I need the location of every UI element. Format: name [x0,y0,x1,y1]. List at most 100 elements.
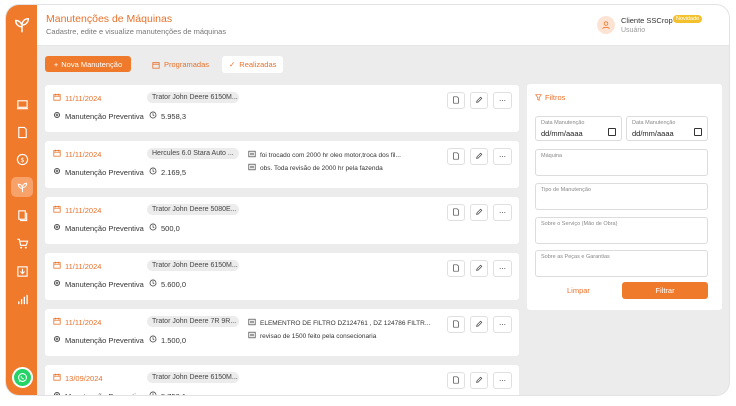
calendar-icon [53,93,61,103]
user-icon [602,21,610,30]
service-text: Manutenção Preventiva [65,223,144,233]
note-text: obs. Toda revisão de 2000 hr pela fazend… [260,164,383,172]
pencil-icon [475,264,483,274]
more-button[interactable]: ⋯ [493,204,512,221]
toolbar: + Nova Manutenção Programadas ✓ Realizad… [37,46,729,84]
clear-button[interactable]: Limpar [567,286,590,295]
service-field[interactable]: Sobre o Serviço (Mão de Obra) [535,217,708,244]
service-text: Manutenção Preventiva [65,335,144,345]
header: Manutenções de Máquinas Cadastre, edite … [37,5,729,46]
more-icon: ⋯ [499,321,506,329]
edit-button[interactable] [470,372,488,389]
service-text: Manutenção Preventiva [65,391,144,396]
gear-icon [53,223,61,233]
edit-button[interactable] [470,316,488,333]
pdf-icon [452,95,460,106]
avatar[interactable] [597,16,615,34]
pdf-button[interactable] [447,148,465,165]
maintenance-card[interactable]: 11/11/2024 Hercules 6.0 Stara Auto ... Man… [45,141,519,188]
tab-completed-label: Realizadas [239,60,277,69]
pdf-icon [452,319,460,330]
sidebar-item-analytics[interactable] [11,289,33,309]
sidebar-item-dashboard[interactable] [11,94,33,114]
maintenance-date: 11/11/2024 [53,205,101,215]
filter-button[interactable]: Filtrar [622,282,708,299]
gear-icon [53,279,61,289]
maintenance-card[interactable]: 11/11/2024 Trator John Deere 7R 9R... Manu… [45,309,519,356]
service-text: Manutenção Preventiva [65,279,144,289]
tab-completed[interactable]: ✓ Realizadas [222,56,284,73]
pdf-button[interactable] [447,260,465,277]
pdf-button[interactable] [447,316,465,333]
maintenance-card[interactable]: 11/11/2024 Trator John Deere 5080E... Manu… [45,197,519,244]
clock-icon [149,111,157,121]
date-to-label: Data Manutenção [632,120,676,126]
more-button[interactable]: ⋯ [493,148,512,165]
hours-text: 5.958,3 [161,111,187,121]
maintenance-card[interactable]: 11/11/2024 Trator John Deere 6150M... Manu… [45,85,519,132]
edit-button[interactable] [470,204,488,221]
calendar-icon [53,373,61,383]
maintenance-card[interactable]: 11/11/2024 Trator John Deere 6150M... Manu… [45,253,519,300]
pdf-icon [452,207,460,218]
edit-button[interactable] [470,148,488,165]
maintenance-hours: 5.758,1 [149,391,186,395]
gear-icon [53,167,61,177]
tab-programmed-label: Programadas [164,60,210,69]
tab-programmed[interactable]: Programadas [145,56,216,73]
new-badge: Novidade [673,15,703,23]
download-icon [16,265,28,277]
note-item: foi trocado com 2000 hr oleo motor,troca… [248,150,401,160]
maintenance-date: 13/09/2024 [53,373,103,383]
pdf-icon [452,263,460,274]
app-window: $ Manutenções de Máquinas Cadastre, edit… [5,4,730,396]
note-text: ELEMENTRO DE FILTRO DZ124761 , DZ 124786… [260,319,431,327]
whatsapp-button[interactable] [12,367,33,388]
pdf-icon [452,151,460,162]
more-icon: ⋯ [499,153,506,161]
more-button[interactable]: ⋯ [493,260,512,277]
whatsapp-icon [18,373,27,382]
maintenance-card[interactable]: 13/09/2024 Trator John Deere 6150M... Manu… [45,365,519,396]
maintenance-date: 11/11/2024 [53,93,101,103]
new-maintenance-button[interactable]: + Nova Manutenção [45,56,131,72]
date-to-value: dd/mm/aaaa [632,129,674,138]
pdf-button[interactable] [447,204,465,221]
pencil-icon [475,208,483,218]
maintenance-date-text: 11/11/2024 [65,261,102,271]
more-button[interactable]: ⋯ [493,92,512,109]
sidebar-item-purchases[interactable] [11,233,33,253]
sidebar: $ [6,5,37,395]
machine-chip: Trator John Deere 6150M... [147,260,239,271]
pdf-button[interactable] [447,372,465,389]
sidebar-item-downloads[interactable] [11,261,33,281]
pencil-icon [475,96,483,106]
sidebar-item-reports[interactable] [11,205,33,225]
date-from-field[interactable]: Data Manutenção dd/mm/aaaa [535,116,622,141]
hours-text: 500,0 [161,223,180,233]
more-button[interactable]: ⋯ [493,372,512,389]
clock-icon [149,223,157,233]
sidebar-item-machines[interactable] [11,177,33,197]
edit-button[interactable] [470,92,488,109]
pencil-icon [475,376,483,386]
clock-icon [149,391,157,395]
note-icon [248,163,256,173]
maintenance-list: 11/11/2024 Trator John Deere 6150M... Manu… [45,85,519,396]
edit-button[interactable] [470,260,488,277]
pencil-icon [475,320,483,330]
sidebar-item-finance[interactable]: $ [11,149,33,169]
maintenance-date: 11/11/2024 [53,149,101,159]
maintenance-hours: 500,0 [149,223,180,233]
sidebar-item-documents[interactable] [11,122,33,142]
leaf-logo-icon [14,17,30,33]
pdf-button[interactable] [447,92,465,109]
date-to-field[interactable]: Data Manutenção dd/mm/aaaa [626,116,708,141]
machine-chip: Trator John Deere 6150M... [147,372,239,383]
maintenance-type-field[interactable]: Tipo de Manutenção [535,183,708,210]
pencil-icon [475,152,483,162]
parts-field[interactable]: Sobre as Peças e Garantias [535,250,708,277]
more-button[interactable]: ⋯ [493,316,512,333]
more-icon: ⋯ [499,97,506,105]
machine-field[interactable]: Máquina [535,149,708,176]
